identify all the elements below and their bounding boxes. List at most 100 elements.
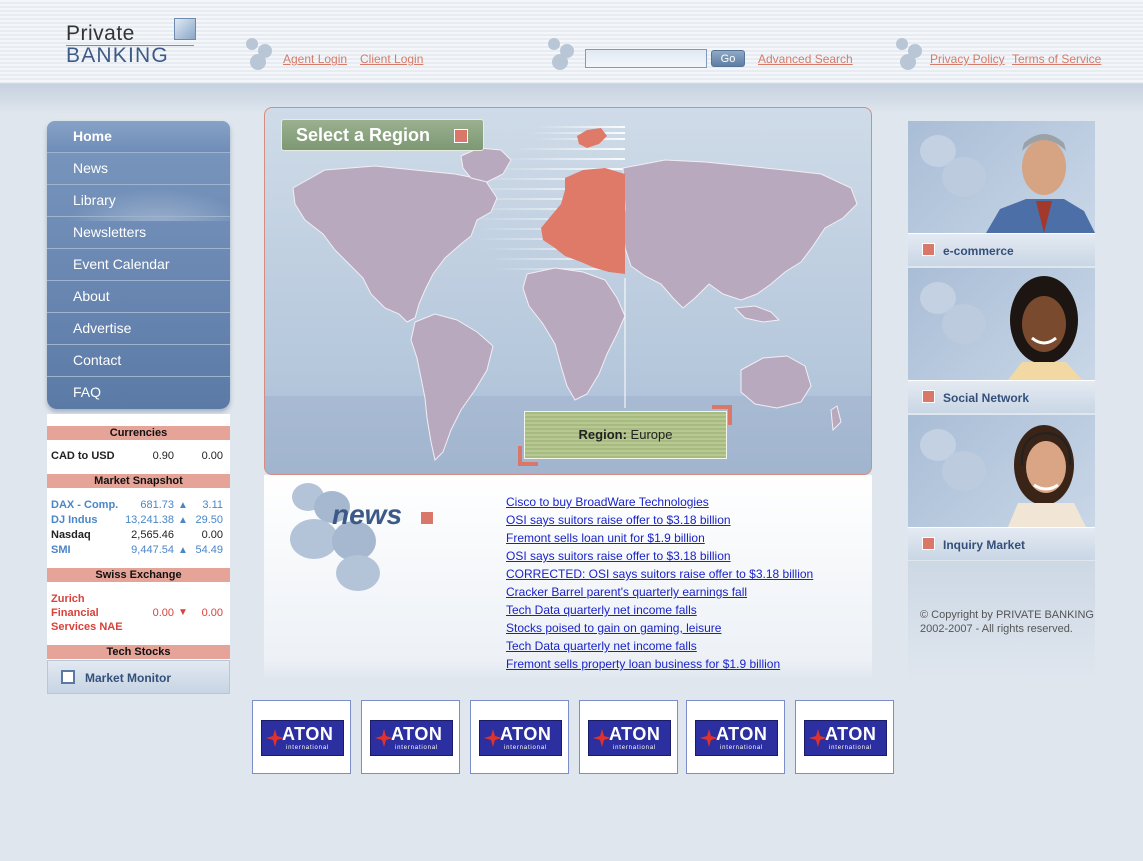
advanced-search-link[interactable]: Advanced Search [758,52,853,66]
promo-ecommerce[interactable]: e-commerce [908,121,1095,268]
promo-bar: Inquiry Market [908,527,1095,560]
nav-item-faq[interactable]: FAQ [47,377,230,409]
news-link[interactable]: Fremont sells loan unit for $1.9 billion [506,531,866,549]
client-login-link[interactable]: Client Login [360,52,423,66]
logo[interactable]: Private BANKING [66,18,198,68]
up-arrow-icon: ▲ [178,515,188,526]
market-monitor-button[interactable]: Market Monitor [47,660,230,694]
sponsor-banner[interactable]: ATON international [361,700,460,774]
header: Private BANKING Agent Login Client Login… [0,0,1143,84]
promo-label: Social Network [943,391,1030,405]
market-value: 9,447.54 [131,544,174,556]
swiss-value: 0.00 [152,607,174,619]
swiss-change: 0.00 [201,607,223,619]
currency-value: 0.90 [152,450,174,462]
news-link[interactable]: Cisco to buy BroadWare Technologies [506,495,866,513]
market-row: Nasdaq 2,565.46 0.00 [47,528,230,543]
nav-item-contact[interactable]: Contact [47,345,230,377]
north-america-shape [292,165,498,323]
arrow-icon [922,243,935,256]
region-indicator: Region: Europe [524,411,727,459]
market-monitor-label: Market Monitor [85,671,172,685]
arrow-icon[interactable] [420,511,434,525]
logo-square-icon [174,18,196,40]
sponsor-sub: international [613,745,657,751]
copyright-line2: 2002-2007 - All rights reserved. [920,623,1073,635]
promo-photo-woman [908,268,1095,380]
market-snapshot-heading: Market Snapshot [47,474,230,488]
currency-row: CAD to USD 0.90 0.00 [47,449,230,464]
go-button[interactable]: Go [711,50,745,67]
world-map-panel[interactable]: Select a Region Region: Europe [264,107,872,475]
news-link[interactable]: Cracker Barrel parent's quarterly earnin… [506,585,866,603]
nav-item-newsletters[interactable]: Newsletters [47,217,230,249]
promo-bar: Social Network [908,380,1095,413]
up-arrow-icon: ▲ [178,500,188,511]
select-region-button[interactable]: Select a Region [281,119,484,151]
news-link[interactable]: Fremont sells property loan business for… [506,657,866,675]
market-name[interactable]: DJ Indus [51,513,97,528]
news-bubbles-decoration [290,483,380,591]
sponsor-banner[interactable]: ATON international [579,700,678,774]
promo-inquiry-market[interactable]: Inquiry Market [908,415,1095,562]
sponsor-sub: international [504,745,548,751]
sponsor-banner[interactable]: ATON international [470,700,569,774]
sponsor-sub: international [720,745,764,751]
sponsor-banner[interactable]: ATON international [795,700,894,774]
decorative-dots-icon [896,38,928,72]
arrow-icon [454,129,468,143]
market-value: 2,565.46 [131,529,174,541]
monitor-icon [61,670,75,684]
sponsor-banner[interactable]: ATON international [252,700,351,774]
market-change: 3.11 [202,499,223,511]
sponsor-sub: international [286,745,330,751]
promo-social-network[interactable]: Social Network [908,268,1095,415]
promo-bar: e-commerce [908,233,1095,266]
arrow-icon [922,537,935,550]
aton-logo: ATON international [261,720,344,756]
nav-item-home[interactable]: Home [47,121,230,153]
news-link[interactable]: Tech Data quarterly net income falls [506,603,866,621]
select-region-label: Select a Region [296,125,431,145]
nav-item-about[interactable]: About [47,281,230,313]
nav-item-advertise[interactable]: Advertise [47,313,230,345]
promo-label: Inquiry Market [943,538,1026,552]
market-name[interactable]: DAX - Comp. [51,498,118,513]
logo-text-private: Private [66,22,135,45]
decorative-dots-icon [548,38,580,72]
south-america-shape [410,313,494,461]
market-change: 29.50 [195,514,223,526]
down-arrow-icon: ▼ [178,607,188,618]
currencies-heading: Currencies [47,426,230,440]
agent-login-link[interactable]: Agent Login [283,52,347,66]
market-row: SMI 9,447.54 ▲ 54.49 [47,543,230,558]
currency-name: CAD to USD [51,450,115,462]
terms-of-service-link[interactable]: Terms of Service [1012,52,1101,66]
sponsor-sub: international [395,745,439,751]
market-name[interactable]: SMI [51,543,71,558]
sponsor-name: ATON [825,724,877,744]
privacy-policy-link[interactable]: Privacy Policy [930,52,1005,66]
news-link[interactable]: OSI says suitors raise offer to $3.18 bi… [506,549,866,567]
search-input[interactable] [585,49,707,68]
nav-item-library[interactable]: Library [47,185,230,217]
market-change: 54.49 [195,544,223,556]
nav-item-news[interactable]: News [47,153,230,185]
market-name[interactable]: Nasdaq [51,528,91,543]
market-value: 681.73 [140,499,174,511]
copyright-line1: © Copyright by PRIVATE BANKING [920,609,1094,621]
market-info-panel: Currencies CAD to USD 0.90 0.00 Market S… [47,414,230,694]
news-link[interactable]: Tech Data quarterly net income falls [506,639,866,657]
aton-logo: ATON international [804,720,887,756]
region-label: Region: [578,427,627,442]
currency-change: 0.00 [201,450,223,462]
sponsor-banner[interactable]: ATON international [686,700,785,774]
news-link[interactable]: CORRECTED: OSI says suitors raise offer … [506,567,866,585]
news-link[interactable]: Stocks poised to gain on gaming, leisure [506,621,866,639]
news-link[interactable]: OSI says suitors raise offer to $3.18 bi… [506,513,866,531]
swiss-exchange-heading: Swiss Exchange [47,568,230,582]
region-value: Europe [630,427,673,442]
nav-item-event-calendar[interactable]: Event Calendar [47,249,230,281]
main-nav: Home News Library Newsletters Event Cale… [47,121,230,409]
swiss-row: Zurich [47,592,230,606]
